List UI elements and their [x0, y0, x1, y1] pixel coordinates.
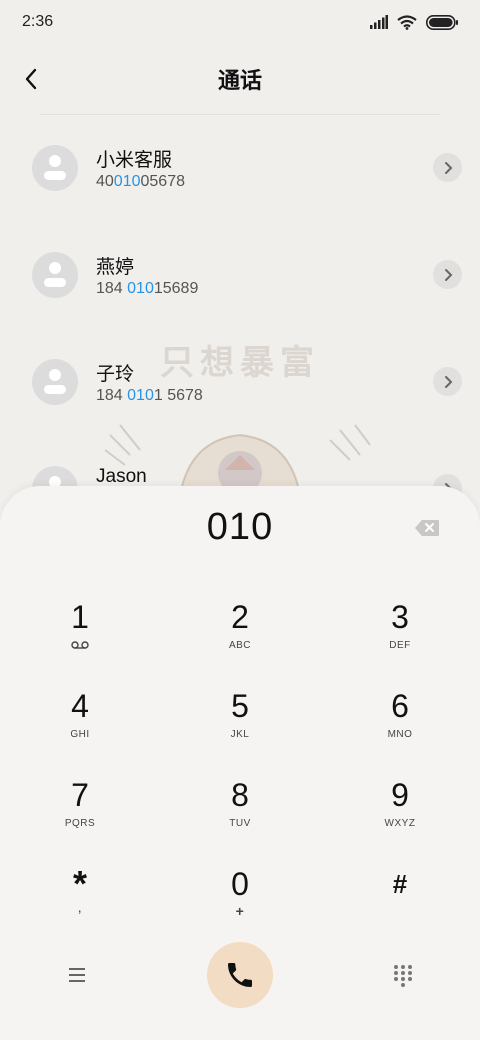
menu-icon[interactable] — [64, 962, 90, 988]
chevron-right-icon — [444, 161, 452, 174]
key-2[interactable]: 2 ABC — [185, 598, 295, 678]
back-button[interactable] — [12, 60, 50, 98]
key-digit: 0 — [231, 866, 249, 902]
contact-number: 184 0101 5678 — [96, 387, 203, 404]
key-7[interactable]: 7 PQRS — [25, 776, 135, 856]
key-digit: 9 — [391, 777, 409, 813]
dialed-number: 010 — [206, 506, 274, 548]
key-digit: * — [72, 863, 87, 904]
key-4[interactable]: 4 GHI — [25, 687, 135, 767]
key-letters: + — [235, 903, 245, 919]
bottom-bar — [0, 940, 480, 1020]
key-5[interactable]: 5 JKL — [185, 687, 295, 767]
key-hash[interactable]: # — [345, 865, 455, 945]
key-digit: 5 — [231, 688, 249, 724]
key-digit: 3 — [391, 599, 409, 635]
key-digit: 4 — [71, 688, 89, 724]
chevron-right-icon — [444, 375, 452, 388]
contact-detail-button[interactable] — [433, 260, 462, 289]
status-bar: 2:36 — [0, 0, 480, 44]
chevron-right-icon — [444, 268, 452, 281]
key-digit: # — [392, 869, 408, 899]
key-letters: WXYZ — [384, 818, 416, 829]
page-title: 通话 — [217, 68, 262, 93]
back-arrow-icon — [25, 68, 37, 90]
contact-item[interactable]: 小米客服 4001005678 — [0, 115, 480, 215]
key-digit: 8 — [231, 777, 249, 813]
call-button[interactable] — [207, 942, 273, 1008]
avatar — [32, 145, 78, 191]
keypad-icon[interactable] — [390, 962, 416, 988]
key-9[interactable]: 9 WXYZ — [345, 776, 455, 856]
key-6[interactable]: 6 MNO — [345, 687, 455, 767]
key-digit: 6 — [391, 688, 409, 724]
key-letters: MNO — [387, 729, 413, 740]
backspace-icon[interactable] — [414, 519, 440, 537]
status-icons — [370, 14, 458, 30]
avatar — [32, 252, 78, 298]
key-digit: 1 — [71, 599, 89, 635]
key-letters: TUV — [229, 818, 251, 829]
key-3[interactable]: 3 DEF — [345, 598, 455, 678]
contact-item[interactable]: 燕婷 184 01015689 — [0, 222, 480, 322]
header: 通话 — [0, 52, 480, 106]
phone-icon — [228, 963, 252, 987]
signal-icon — [370, 15, 388, 29]
key-8[interactable]: 8 TUV — [185, 776, 295, 856]
contact-detail-button[interactable] — [433, 153, 462, 182]
key-digit: 2 — [231, 599, 249, 635]
key-0[interactable]: 0 + — [185, 865, 295, 945]
key-letters: JKL — [230, 729, 250, 740]
battery-icon — [426, 14, 458, 30]
key-digit: 7 — [71, 777, 89, 813]
key-1[interactable]: 1 — [25, 598, 135, 678]
key-letters: GHI — [70, 729, 90, 740]
status-time: 2:36 — [22, 13, 54, 30]
avatar — [32, 359, 78, 405]
key-letters: ABC — [228, 640, 252, 651]
key-letters: DEF — [389, 640, 411, 651]
contact-item[interactable]: 子玲 184 0101 5678 — [0, 329, 480, 429]
contact-name: 小米客服 — [96, 150, 173, 171]
voicemail-icon — [71, 641, 89, 649]
wifi-icon — [397, 14, 417, 30]
key-letters: , — [77, 899, 83, 915]
contact-name: 燕婷 — [96, 257, 135, 278]
contact-number: 4001005678 — [96, 173, 185, 190]
contact-detail-button[interactable] — [433, 367, 462, 396]
key-letters: PQRS — [64, 818, 96, 829]
key-star[interactable]: * , — [25, 865, 135, 945]
contact-name: 子玲 — [96, 364, 135, 385]
contact-name: Jason — [96, 466, 147, 487]
contact-number: 184 01015689 — [96, 280, 199, 297]
